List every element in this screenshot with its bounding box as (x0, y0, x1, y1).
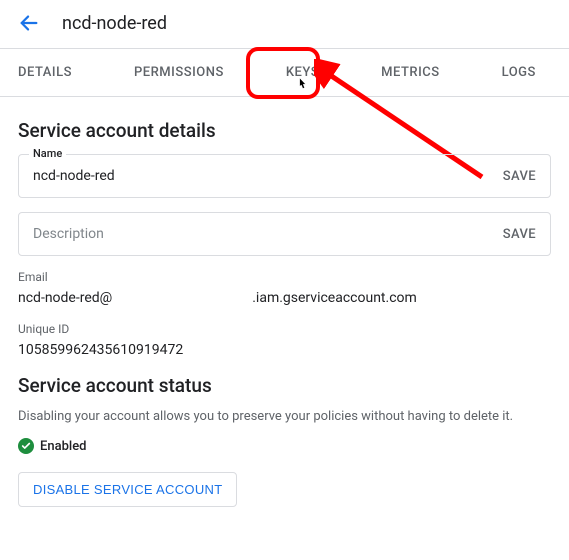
tab-permissions[interactable]: PERMISSIONS (134, 49, 224, 96)
email-label: Email (18, 270, 551, 284)
status-badge: Enabled (40, 439, 87, 454)
tab-logs[interactable]: LOGS (502, 49, 536, 96)
uniqueid-value: 105859962435610919472 (18, 342, 551, 358)
section-title-details: Service account details (18, 119, 551, 142)
check-circle-icon (18, 438, 34, 454)
save-description-button[interactable]: SAVE (503, 227, 536, 242)
save-name-button[interactable]: SAVE (503, 169, 536, 184)
status-description: Disabling your account allows you to pre… (18, 409, 551, 424)
page-title: ncd-node-red (62, 13, 167, 34)
name-value: ncd-node-red (33, 168, 503, 184)
email-prefix: ncd-node-red@ (18, 290, 112, 306)
description-field[interactable]: Description SAVE (18, 212, 551, 256)
disable-service-account-button[interactable]: DISABLE SERVICE ACCOUNT (18, 472, 237, 507)
tab-keys[interactable]: KEYS (286, 49, 319, 96)
email-value: ncd-node-red@ .iam.gserviceaccount.com (18, 290, 551, 306)
tab-metrics[interactable]: METRICS (381, 49, 439, 96)
pointer-cursor-icon (295, 77, 309, 97)
name-field[interactable]: Name ncd-node-red SAVE (18, 154, 551, 198)
uniqueid-label: Unique ID (18, 322, 551, 336)
tab-details[interactable]: DETAILS (18, 49, 72, 96)
name-label: Name (29, 147, 66, 160)
back-arrow-icon[interactable] (18, 12, 40, 34)
tabs-bar: DETAILS PERMISSIONS KEYS METRICS LOGS (0, 48, 569, 97)
email-suffix: .iam.gserviceaccount.com (252, 290, 417, 306)
description-placeholder: Description (33, 226, 503, 242)
section-title-status: Service account status (18, 374, 551, 397)
